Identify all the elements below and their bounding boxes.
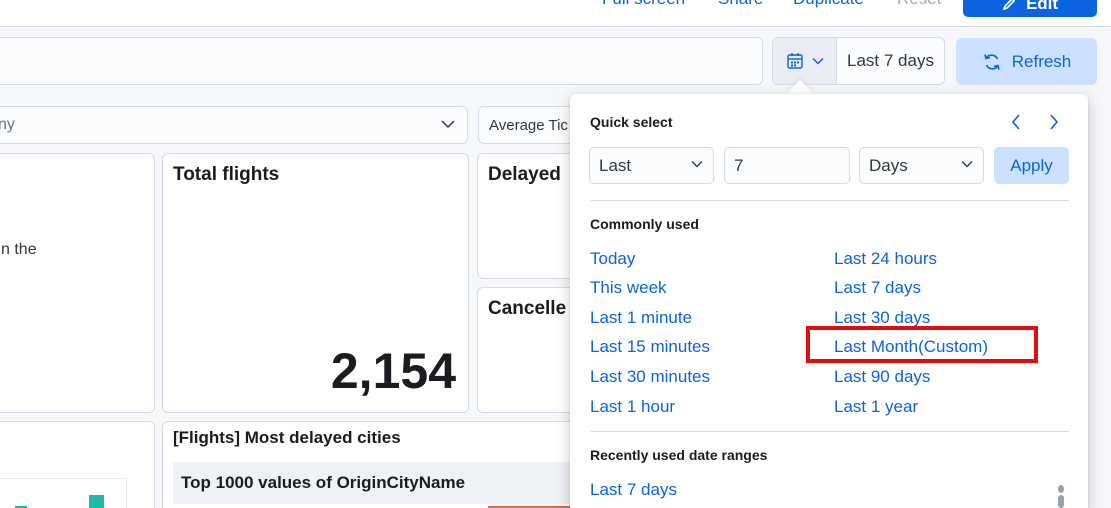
apply-button[interactable]: Apply xyxy=(994,147,1069,184)
ticket-price-filter-label: Average Tic xyxy=(489,116,568,134)
commonly-used-last-1-hour[interactable]: Last 1 hour xyxy=(590,397,675,417)
chevron-down-icon xyxy=(812,58,823,65)
reset-link[interactable]: Reset xyxy=(897,0,941,9)
total-flights-metric: 2,154 xyxy=(330,343,456,399)
panel-title: Total flights xyxy=(173,164,280,185)
chevron-down-icon xyxy=(961,161,973,168)
recently-used-item[interactable]: Last 7 days xyxy=(590,480,677,500)
highlight-annotation-box xyxy=(806,326,1038,363)
edit-button-label: Edit xyxy=(1025,0,1059,13)
scrollbar-thumb[interactable] xyxy=(1057,484,1065,508)
panel-title: Delayed xyxy=(488,164,561,185)
quick-select-amount-value: 7 xyxy=(734,155,744,175)
refresh-icon xyxy=(983,53,1000,70)
full-screen-link[interactable]: Full screen xyxy=(602,0,685,9)
next-range-button[interactable] xyxy=(1044,112,1064,132)
commonly-used-last-1-year[interactable]: Last 1 year xyxy=(834,397,918,417)
commonly-used-title: Commonly used xyxy=(590,216,699,232)
delayed-cities-panel: [Flights] Most delayed cities Top 1000 v… xyxy=(162,421,622,508)
query-input[interactable] xyxy=(0,37,763,85)
commonly-used-today[interactable]: Today xyxy=(590,249,635,269)
share-link[interactable]: Share xyxy=(718,0,763,9)
chevron-left-icon xyxy=(1011,114,1020,130)
quick-select-direction-value: Last xyxy=(599,155,632,175)
total-flights-panel: Total flights 2,154 xyxy=(162,153,469,413)
date-range-label[interactable]: Last 7 days xyxy=(837,38,944,84)
chart-bar xyxy=(89,495,104,508)
quick-select-unit[interactable]: Days xyxy=(859,147,984,184)
edit-button[interactable]: Edit xyxy=(963,0,1097,17)
chevron-down-icon xyxy=(441,120,455,129)
divider xyxy=(590,431,1069,432)
divider xyxy=(590,200,1069,201)
company-filter-select[interactable]: ny xyxy=(0,106,468,144)
quick-select-title: Quick select xyxy=(590,114,673,130)
duplicate-link[interactable]: Duplicate xyxy=(793,0,864,9)
markdown-panel: n the xyxy=(0,153,155,413)
top-nav-bar: Full screen Share Duplicate Reset Edit xyxy=(0,0,1111,27)
calendar-icon xyxy=(786,53,803,69)
date-quick-menu-button[interactable] xyxy=(773,38,837,84)
commonly-used-last-30-days[interactable]: Last 30 days xyxy=(834,308,930,328)
quick-select-amount[interactable]: 7 xyxy=(724,147,850,184)
commonly-used-last-15-minutes[interactable]: Last 15 minutes xyxy=(590,337,710,357)
commonly-used-last-24-hours[interactable]: Last 24 hours xyxy=(834,249,937,269)
previous-range-button[interactable] xyxy=(1006,112,1026,132)
recently-used-title: Recently used date ranges xyxy=(590,447,768,463)
quick-select-direction[interactable]: Last xyxy=(589,147,714,184)
pencil-icon xyxy=(1002,0,1016,10)
company-filter-placeholder: ny xyxy=(0,116,15,133)
panel-title: [Flights] Most delayed cities xyxy=(173,428,401,447)
panel-title: Cancelle xyxy=(488,298,567,319)
table-column-header[interactable]: Top 1000 values of OriginCityName xyxy=(173,462,593,504)
commonly-used-last-30-minutes[interactable]: Last 30 minutes xyxy=(590,367,710,387)
quick-select-unit-value: Days xyxy=(869,155,908,175)
chevron-right-icon xyxy=(1050,114,1059,130)
quick-select-popover: Quick select Last 7 Days Apply Commonly … xyxy=(570,94,1088,508)
refresh-button[interactable]: Refresh xyxy=(956,38,1097,85)
panel-intro-text: n the xyxy=(1,241,37,258)
refresh-button-label: Refresh xyxy=(1011,51,1072,71)
commonly-used-last-90-days[interactable]: Last 90 days xyxy=(834,367,930,387)
commonly-used-last-7-days[interactable]: Last 7 days xyxy=(834,278,921,298)
chart-panel xyxy=(0,421,155,508)
commonly-used-last-1-minute[interactable]: Last 1 minute xyxy=(590,308,692,328)
chart-gridlines xyxy=(0,478,127,508)
chevron-down-icon xyxy=(691,161,703,168)
date-picker[interactable]: Last 7 days xyxy=(772,37,945,85)
commonly-used-this-week[interactable]: This week xyxy=(590,278,667,298)
